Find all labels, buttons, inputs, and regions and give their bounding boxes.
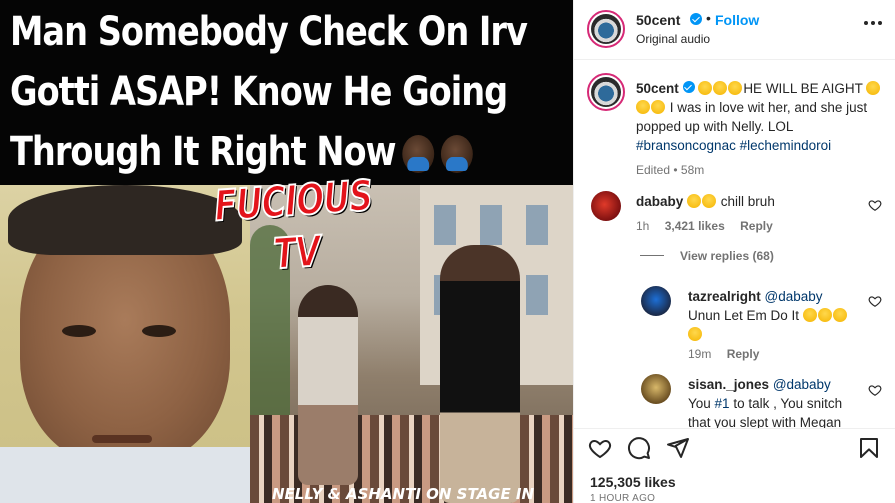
headline-banner: Man Somebody Check On Irv Gotti ASAP! Kn…	[0, 0, 573, 185]
audio-label[interactable]: Original audio	[636, 32, 710, 46]
headline-line: Through It Right Now	[10, 122, 480, 182]
caption-meta: Edited • 58m	[636, 163, 705, 177]
laughing-emoji-icon	[728, 81, 743, 95]
eye	[142, 325, 176, 337]
caption-username[interactable]: 50cent	[636, 81, 679, 96]
laughing-emoji-icon	[702, 194, 717, 208]
facepalm-emoji-icon	[402, 135, 435, 173]
laughing-emoji-icon	[866, 81, 881, 95]
laughing-emoji-icon	[651, 100, 665, 114]
like-comment-heart-icon[interactable]	[868, 294, 882, 313]
hashtag-link[interactable]: #1	[715, 396, 730, 411]
headline-line: Gotti ASAP! Know He Going	[10, 69, 508, 115]
caption-time: 58m	[680, 163, 705, 177]
avatar-image	[591, 14, 621, 44]
reply-button[interactable]: Reply	[740, 219, 773, 233]
reply-button[interactable]: Reply	[727, 347, 760, 361]
video-caption-overlay: NELLY & ASHANTI ON STAGE IN	[272, 485, 535, 503]
comment-text: that you slept with Megan	[688, 415, 842, 428]
post-side-panel: 50cent • Follow Original audio 50cent HE…	[573, 0, 895, 503]
comment-likes[interactable]: 3,421 likes	[665, 219, 725, 233]
verified-badge-icon	[682, 81, 695, 93]
avatar-image	[591, 77, 621, 107]
laughing-emoji-icon	[713, 81, 728, 95]
comment-text: Unun Let Em Do It	[688, 308, 800, 323]
comment-body: sisan._jones @dababy You #1 to talk , Yo…	[688, 375, 853, 428]
window	[434, 205, 456, 245]
laughing-emoji-icon	[687, 194, 702, 208]
share-paper-plane-icon[interactable]	[666, 436, 690, 465]
caption-hashtags[interactable]: #bransoncognac #lechemindoroi	[636, 138, 831, 153]
shirt	[0, 447, 250, 503]
comment-body: tazrealright @dababy Unun Let Em Do It	[688, 287, 853, 344]
post-media[interactable]: Man Somebody Check On Irv Gotti ASAP! Kn…	[0, 0, 573, 503]
more-options-icon[interactable]	[862, 12, 884, 39]
reply-comment: sisan._jones @dababy You #1 to talk , Yo…	[574, 371, 895, 428]
laughing-emoji-icon	[688, 327, 702, 341]
post-caption: 50cent HE WILL BE AIGHT I was in love wi…	[574, 71, 895, 181]
separator-dot: •	[706, 10, 711, 26]
mention-link[interactable]: @dababy	[773, 377, 831, 392]
laughing-emoji-icon	[817, 308, 832, 322]
comment-username[interactable]: sisan._jones	[688, 377, 769, 392]
comment-username[interactable]: dababy	[636, 194, 683, 209]
view-replies-button[interactable]: View replies (68)	[640, 249, 774, 263]
performer-woman	[298, 285, 358, 485]
like-heart-icon[interactable]	[588, 436, 612, 465]
headline-line: Man Somebody Check On Irv	[10, 9, 528, 55]
laughing-emoji-icon	[802, 308, 817, 322]
commenter-avatar[interactable]	[641, 286, 671, 316]
window	[480, 205, 502, 245]
comment-time: 19m	[688, 347, 712, 361]
window	[526, 275, 548, 315]
save-bookmark-icon[interactable]	[857, 436, 881, 465]
reply-comment: tazrealright @dababy Unun Let Em Do It 1…	[574, 281, 895, 361]
likes-count[interactable]: 125,305 likes	[590, 474, 676, 490]
author-avatar[interactable]	[587, 73, 625, 111]
facepalm-emoji-icon	[440, 135, 473, 173]
post-timestamp[interactable]: 1 HOUR AGO	[590, 493, 655, 503]
edited-label: Edited	[636, 163, 671, 177]
mention-link[interactable]: @dababy	[765, 289, 823, 304]
comment-text: chill bruh	[720, 194, 775, 209]
watermark-logo: FUCIOUS TV	[212, 170, 375, 280]
comment-bubble-icon[interactable]	[627, 436, 651, 465]
laughing-emoji-icon	[636, 100, 650, 114]
commenter-avatar[interactable]	[591, 191, 621, 221]
like-comment-heart-icon[interactable]	[868, 198, 882, 217]
comment-username[interactable]: tazrealright	[688, 289, 761, 304]
headline-line-text: Through It Right Now	[10, 129, 397, 175]
caption-text: HE WILL BE AIGHT	[743, 81, 863, 96]
follow-button[interactable]: Follow	[715, 12, 759, 28]
comments-scroll-area[interactable]: 50cent HE WILL BE AIGHT I was in love wi…	[574, 61, 895, 428]
author-avatar[interactable]	[587, 10, 625, 48]
verified-badge-icon	[690, 13, 702, 25]
author-username[interactable]: 50cent	[636, 12, 680, 28]
caption-body: 50cent HE WILL BE AIGHT I was in love wi…	[636, 79, 890, 155]
comment-text: You	[688, 396, 715, 411]
commenter-avatar[interactable]	[641, 374, 671, 404]
like-comment-heart-icon[interactable]	[868, 383, 882, 402]
caption-text-2: I was in love wit her, and she just popp…	[636, 100, 868, 134]
mouth	[92, 435, 152, 443]
comment-meta: 19m Reply	[688, 347, 759, 361]
comment: dababy chill bruh 1h 3,421 likes Reply V…	[574, 187, 895, 263]
performer-man	[440, 245, 520, 503]
comment-meta: 1h 3,421 likes Reply	[636, 219, 773, 233]
post-header: 50cent • Follow Original audio	[574, 0, 895, 60]
comment-time: 1h	[636, 219, 650, 233]
window	[526, 205, 548, 245]
headline-text: Man Somebody Check On Irv Gotti ASAP! Kn…	[10, 2, 528, 182]
post-action-bar: 125,305 likes 1 HOUR AGO	[574, 428, 895, 503]
eye	[62, 325, 96, 337]
laughing-emoji-icon	[698, 81, 713, 95]
comment-body: dababy chill bruh	[636, 192, 856, 211]
comment-text: to talk , You snitch	[729, 396, 843, 411]
laughing-emoji-icon	[832, 308, 847, 322]
